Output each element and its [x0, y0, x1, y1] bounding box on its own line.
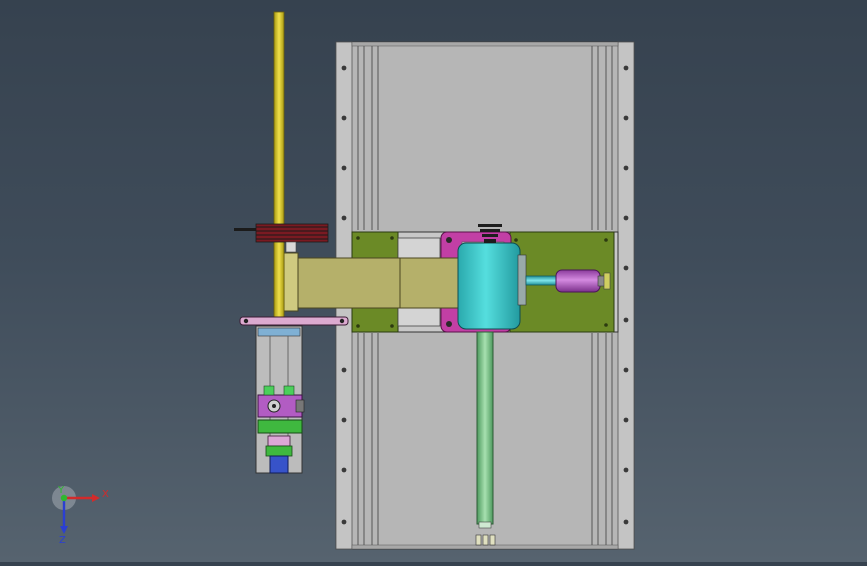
- link-arm[interactable]: [239, 316, 349, 326]
- servo-motor[interactable]: [457, 242, 527, 330]
- coordinate-triad: X Y Z: [52, 485, 109, 546]
- x-axis-label: X: [102, 489, 109, 500]
- z-axis-label: Z: [59, 535, 66, 546]
- stepper-motor[interactable]: [269, 455, 289, 474]
- cad-viewport[interactable]: X Y Z: [0, 0, 867, 562]
- green-lead-screw[interactable]: [475, 331, 496, 546]
- assembly-drawing: X Y Z: [52, 11, 635, 550]
- arm-beam[interactable]: [283, 252, 459, 312]
- y-axis-label: Y: [57, 485, 65, 496]
